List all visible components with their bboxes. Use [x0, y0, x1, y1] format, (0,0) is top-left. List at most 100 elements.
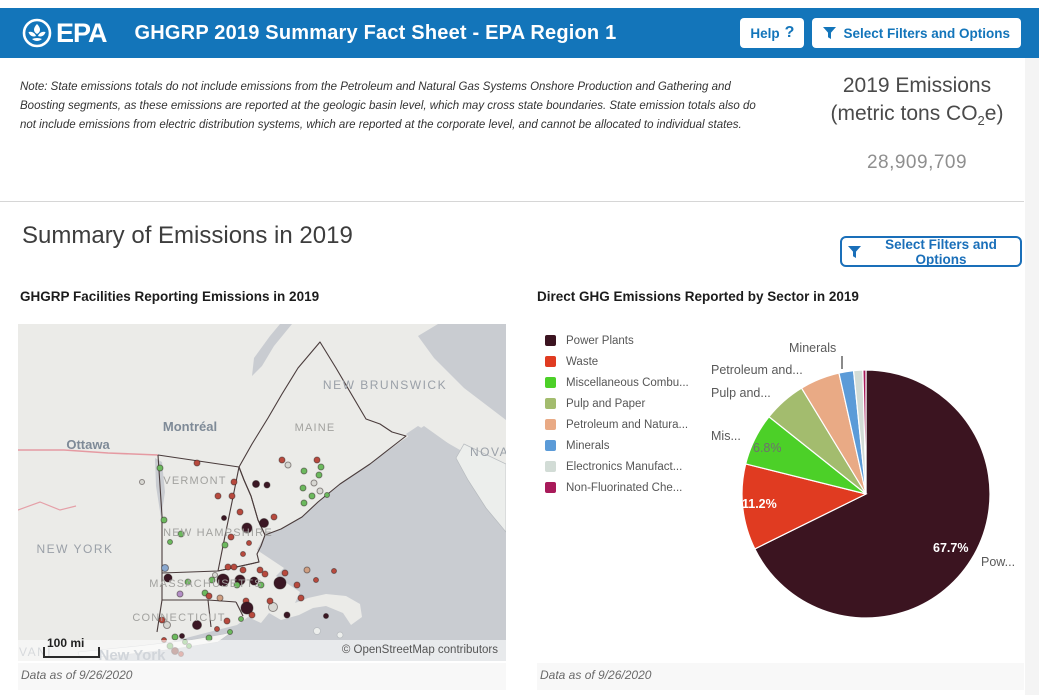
region-map-svg[interactable]: OttawaMontréalMAINENEW BRUNSWICKNOVA SVE… [18, 324, 506, 661]
facilities-map[interactable]: OttawaMontréalMAINENEW BRUNSWICKNOVA SVE… [18, 324, 506, 661]
facility-dot[interactable] [298, 595, 304, 601]
facility-dot[interactable] [285, 462, 291, 468]
section-divider [0, 201, 1024, 202]
facility-dot[interactable] [284, 612, 290, 618]
facility-dot[interactable] [301, 500, 307, 506]
facility-dot[interactable] [194, 460, 200, 466]
facility-dot[interactable] [247, 541, 252, 546]
facility-dot[interactable] [213, 573, 218, 578]
legend-label: Miscellaneous Combu... [566, 377, 689, 389]
facility-dot[interactable] [239, 617, 244, 622]
facility-dot[interactable] [249, 612, 255, 618]
facility-dot[interactable] [311, 480, 317, 486]
facility-dot[interactable] [215, 493, 221, 499]
facility-dot[interactable] [253, 481, 260, 488]
legend-swatch [545, 335, 556, 346]
facility-dot[interactable] [140, 480, 145, 485]
legend-item-4[interactable]: Petroleum and Natura... [545, 418, 689, 431]
facility-dot[interactable] [316, 472, 322, 478]
callout-petroleum: Petroleum and... [711, 363, 803, 377]
help-button[interactable]: Help ? [740, 18, 804, 48]
kpi-value: 28,909,709 [798, 152, 1036, 174]
pie-data-as-of: Data as of 9/26/2020 [537, 663, 1024, 690]
facility-dot[interactable] [304, 567, 310, 573]
facility-dot[interactable] [332, 569, 337, 574]
kpi-title-line2: (metric tons CO2e) [798, 100, 1036, 135]
map-label: VERMONT [163, 475, 226, 487]
facility-dot[interactable] [161, 517, 167, 523]
filter-funnel-icon [823, 27, 836, 39]
facility-dot[interactable] [225, 564, 231, 570]
legend-item-3[interactable]: Pulp and Paper [545, 397, 689, 410]
select-filters-label: Select Filters and Options [843, 26, 1010, 41]
select-filters-button-section[interactable]: Select Filters and Options [840, 236, 1022, 267]
facility-dot[interactable] [240, 567, 246, 573]
facility-dot[interactable] [177, 591, 183, 597]
legend-label: Electronics Manufact... [566, 461, 682, 473]
facility-dot[interactable] [274, 577, 286, 589]
facility-dot[interactable] [237, 509, 243, 515]
legend-item-0[interactable]: Power Plants [545, 334, 689, 347]
map-label: NEW YORK [36, 542, 113, 556]
facility-dot[interactable] [231, 564, 237, 570]
facility-dot[interactable] [301, 468, 307, 474]
facility-dot[interactable] [168, 540, 173, 545]
facility-dot[interactable] [262, 571, 268, 577]
facility-dot[interactable] [222, 516, 227, 521]
legend-item-5[interactable]: Minerals [545, 439, 689, 452]
legend-item-1[interactable]: Waste [545, 355, 689, 368]
facility-dot[interactable] [217, 595, 223, 601]
scrollbar-track[interactable] [1025, 58, 1039, 695]
state-emissions-note: Note: State emissions totals do not incl… [20, 78, 768, 135]
map-label: Montréal [163, 419, 217, 434]
facility-dot[interactable] [241, 552, 246, 557]
facility-dot[interactable] [229, 493, 235, 499]
legend-label: Non-Fluorinated Che... [566, 482, 682, 494]
facility-dot[interactable] [206, 593, 212, 599]
facility-dot[interactable] [180, 634, 185, 639]
facility-dot[interactable] [325, 493, 330, 498]
callout-power: Pow... [981, 555, 1015, 569]
pct-label-waste: 11.2% [742, 497, 777, 511]
facility-dot[interactable] [264, 482, 270, 488]
facility-dot[interactable] [157, 465, 163, 471]
select-filters-label: Select Filters and Options [868, 237, 1014, 267]
map-label: Ottawa [66, 437, 110, 452]
facility-dot[interactable] [279, 457, 285, 463]
facility-dot[interactable] [324, 614, 329, 619]
legend-swatch [545, 356, 556, 367]
legend-item-7[interactable]: Non-Fluorinated Che... [545, 481, 689, 494]
facility-dot[interactable] [282, 570, 288, 576]
map-label: CONNECTICUT [132, 612, 225, 624]
map-label: NOVA S [470, 445, 506, 459]
facility-dot[interactable] [222, 542, 228, 548]
facility-dot[interactable] [294, 582, 300, 588]
facility-dot[interactable] [228, 630, 233, 635]
callout-minerals: Minerals [789, 341, 836, 355]
legend-item-6[interactable]: Electronics Manufact... [545, 460, 689, 473]
legend-swatch [545, 461, 556, 472]
facility-dot[interactable] [309, 493, 315, 499]
map-label: MASSACHUSETTS [149, 578, 262, 590]
epa-logo: EPA [22, 18, 107, 49]
legend-label: Petroleum and Natura... [566, 419, 688, 431]
facility-dot[interactable] [314, 457, 320, 463]
facility-dot[interactable] [318, 464, 324, 470]
select-filters-button-header[interactable]: Select Filters and Options [812, 18, 1021, 48]
facility-dot[interactable] [317, 488, 323, 494]
legend-swatch [545, 482, 556, 493]
facility-dot[interactable] [215, 627, 220, 632]
kpi-title: 2019 Emissions (metric tons CO2e) [798, 72, 1036, 135]
facility-dot[interactable] [300, 485, 306, 491]
facility-dot[interactable] [267, 598, 273, 604]
legend-label: Minerals [566, 440, 609, 452]
legend-item-2[interactable]: Miscellaneous Combu... [545, 376, 689, 389]
pct-label-misc: 6.8% [753, 441, 782, 455]
map-chart-title: GHGRP Facilities Reporting Emissions in … [20, 289, 319, 304]
section-title: Summary of Emissions in 2019 [22, 222, 353, 250]
facility-dot[interactable] [231, 479, 237, 485]
legend-swatch [545, 377, 556, 388]
facility-dot[interactable] [271, 514, 277, 520]
facility-dot[interactable] [314, 578, 319, 583]
facility-dot[interactable] [162, 565, 169, 572]
